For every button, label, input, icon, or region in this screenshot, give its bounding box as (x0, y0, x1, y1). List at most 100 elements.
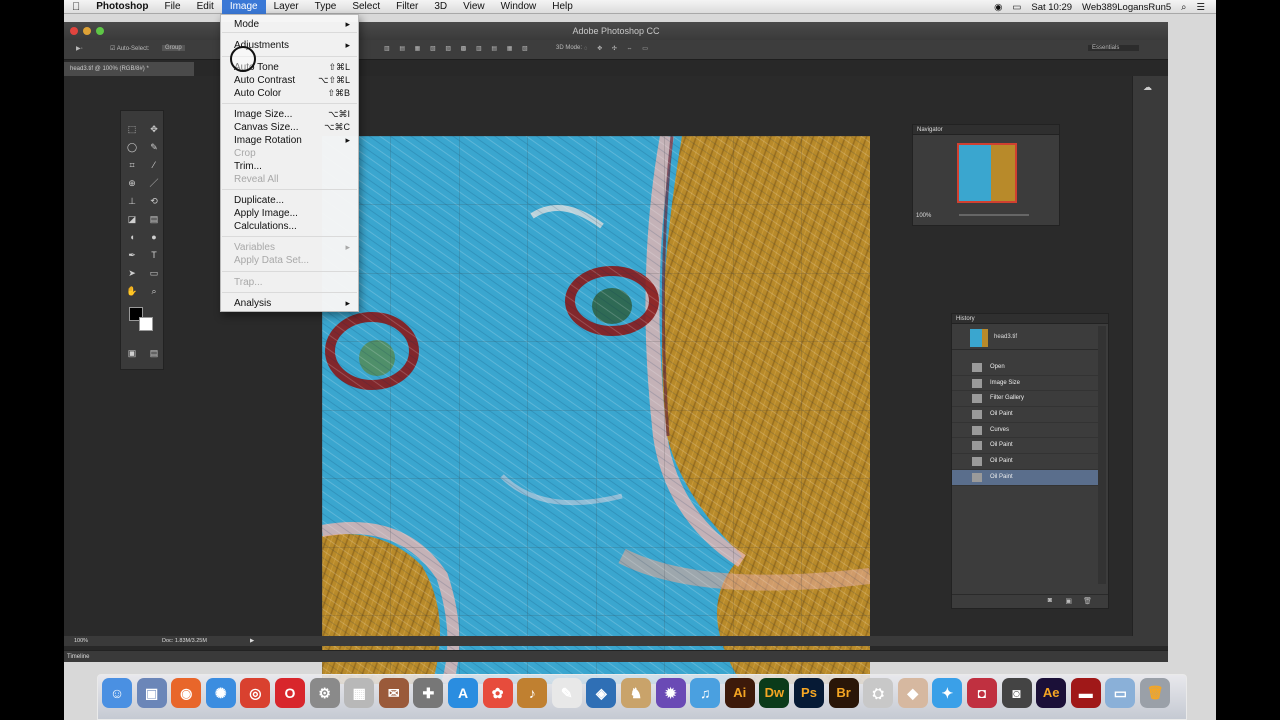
dock-chess-icon[interactable]: ♞ (621, 678, 651, 708)
menu-item-analysis[interactable]: Analysis ▸ (234, 297, 350, 310)
menu-help[interactable]: Help (544, 0, 581, 14)
blur-tool-icon[interactable]: ◖ (125, 231, 139, 243)
menu-item-duplicate[interactable]: Duplicate... (234, 194, 350, 207)
dock-red-app-icon[interactable]: ▬ (1070, 678, 1101, 708)
dock-dreamweaver-icon[interactable]: Dw (759, 678, 790, 708)
dock-photo-booth-icon[interactable]: ▦ (344, 678, 375, 708)
move-tool-icon[interactable]: ✥ (147, 123, 161, 135)
navigator-zoom-slider[interactable] (959, 214, 1029, 216)
align-icons[interactable]: ▥ ▤ ▦ ▧ ▨ ▩ ▥ ▤ ▦ ▧ (384, 45, 532, 52)
dock-color-wheel-icon[interactable]: ✹ (655, 678, 686, 708)
user-name[interactable]: Web389LogansRun5 (1077, 2, 1176, 13)
zoom-window-button[interactable] (96, 27, 104, 35)
quick-mask-icon[interactable]: ▣ (125, 347, 139, 359)
dock-app-store-icon[interactable]: A (448, 678, 478, 708)
app-menu[interactable]: Photoshop (88, 0, 156, 14)
dock-acrobat-icon[interactable]: ⛭ (863, 678, 894, 708)
3d-mode-icons[interactable]: ◌ ✥ ✣ ⇔ ▭ (584, 45, 652, 52)
gradient-tool-icon[interactable]: ▤ (147, 213, 161, 225)
healing-tool-icon[interactable]: ⊕ (125, 177, 139, 189)
history-state[interactable]: Curves (952, 423, 1098, 439)
menu-item-calculations[interactable]: Calculations... (234, 220, 350, 233)
dock-network-icon[interactable]: ◈ (586, 678, 617, 708)
history-state[interactable]: Oil Paint (952, 454, 1098, 470)
dock-guitar-icon[interactable]: ♪ (517, 678, 548, 708)
dock-chrome-icon[interactable]: ◎ (240, 678, 271, 708)
menu-item-canvas-size[interactable]: Canvas Size... ⌥⌘C (234, 121, 350, 134)
dock-preview-icon[interactable]: ▣ (136, 678, 167, 708)
history-scrollbar[interactable] (1098, 326, 1106, 584)
dock-screen-capture-icon[interactable]: ◘ (967, 678, 997, 708)
crop-tool-icon[interactable]: ⌗ (125, 159, 139, 171)
wifi-icon[interactable]: ◉ (989, 2, 1007, 13)
lasso-tool-icon[interactable]: ◯ (125, 141, 139, 153)
dock-stamps-icon[interactable]: ✉ (378, 678, 409, 708)
menu-item-image-size[interactable]: Image Size... ⌥⌘I (234, 108, 350, 121)
menu-image[interactable]: Image (221, 0, 266, 14)
history-state[interactable]: Oil Paint (952, 469, 1098, 486)
menu-filter[interactable]: Filter (388, 0, 426, 14)
marquee-tool-icon[interactable]: ⬚ (125, 123, 139, 135)
zoom-tool-icon[interactable]: ⌕ (147, 285, 161, 297)
dock-after-effects-icon[interactable]: Ae (1036, 678, 1067, 708)
eyedropper-tool-icon[interactable]: ⁄ (147, 159, 161, 171)
menu-select[interactable]: Select (344, 0, 388, 14)
menu-3d[interactable]: 3D (426, 0, 455, 14)
menu-item-auto-contrast[interactable]: Auto Contrast ⌥⇧⌘L (234, 74, 350, 87)
dock-firefox-icon[interactable]: ◉ (171, 678, 202, 708)
menu-edit[interactable]: Edit (189, 0, 222, 14)
dock-notes-icon[interactable]: ✎ (551, 678, 582, 708)
menu-layer[interactable]: Layer (266, 0, 307, 14)
menu-file[interactable]: File (156, 0, 188, 14)
dock-safari-icon[interactable]: ✺ (205, 678, 236, 708)
clock[interactable]: Sat 10:29 (1026, 2, 1077, 13)
path-select-tool-icon[interactable]: ➤ (125, 267, 139, 279)
hand-tool-icon[interactable]: ✋ (125, 285, 139, 297)
list-icon[interactable]: ☰ (1191, 2, 1210, 13)
navigator-zoom[interactable]: 100% (916, 213, 931, 219)
history-state[interactable]: Filter Gallery (952, 391, 1098, 408)
document-tab[interactable]: head3.tif @ 100% (RGB/8#) * (64, 62, 194, 76)
dodge-tool-icon[interactable]: ● (147, 231, 161, 243)
type-tool-icon[interactable]: T (147, 249, 161, 261)
dock-photoshop-icon[interactable]: Ps (794, 678, 824, 708)
history-brush-tool-icon[interactable]: ⟲ (147, 195, 161, 207)
auto-select-dropdown[interactable]: Group (162, 45, 185, 51)
new-snapshot-icon[interactable]: ▣ (1065, 597, 1072, 605)
dock-photos-icon[interactable]: ◆ (897, 678, 928, 708)
history-snapshot[interactable]: head3.tif (952, 326, 1098, 350)
new-document-from-state-icon[interactable]: ◙ (1048, 597, 1052, 604)
status-zoom[interactable]: 100% (74, 636, 88, 646)
shape-tool-icon[interactable]: ▭ (147, 267, 161, 279)
image-canvas[interactable] (320, 134, 871, 686)
search-icon[interactable]: ⌕ (1176, 2, 1191, 13)
menu-item-auto-color[interactable]: Auto Color ⇧⌘B (234, 87, 350, 100)
menu-view[interactable]: View (455, 0, 493, 14)
pen-tool-icon[interactable]: ✒ (125, 249, 139, 261)
dock-camera-icon[interactable]: ◙ (1001, 678, 1032, 708)
dock-trash-icon[interactable]: 🗑 (1140, 678, 1170, 708)
history-state[interactable]: Image Size (952, 376, 1098, 392)
menu-item-image-rotation[interactable]: Image Rotation ▸ (234, 134, 350, 147)
dock-twitter-icon[interactable]: ✦ (932, 678, 963, 708)
move-tool-preset-icon[interactable]: ▶◦ (76, 45, 83, 52)
navigator-thumbnail[interactable] (957, 143, 1017, 203)
auto-select-checkbox[interactable]: ☑ Auto-Select: (110, 45, 149, 52)
dock-illustrator-icon[interactable]: Ai (724, 678, 755, 708)
dock-itunes-icon[interactable]: ♫ (690, 678, 721, 708)
dock-finder-icon[interactable]: ☺ (102, 678, 132, 708)
menu-item-trim[interactable]: Trim... (234, 160, 350, 173)
history-title[interactable]: History (952, 314, 1108, 324)
dock-opera-icon[interactable]: O (275, 678, 305, 708)
history-state[interactable]: Open (952, 360, 1098, 376)
navigator-title[interactable]: Navigator (913, 125, 1059, 135)
menu-item-apply-image[interactable]: Apply Image... (234, 207, 350, 220)
screen-mode-icon[interactable]: ▤ (147, 347, 161, 359)
status-doc-info[interactable]: Doc: 1.83M/3.25M (162, 636, 207, 646)
dock-disk-utility-icon[interactable]: ✚ (413, 678, 444, 708)
battery-icon[interactable]: ▭ (1007, 2, 1026, 13)
panel-icon[interactable]: ☁ (1143, 82, 1152, 93)
dock-bridge-icon[interactable]: Br (828, 678, 859, 708)
eraser-tool-icon[interactable]: ◪ (125, 213, 139, 225)
minimize-window-button[interactable] (83, 27, 91, 35)
